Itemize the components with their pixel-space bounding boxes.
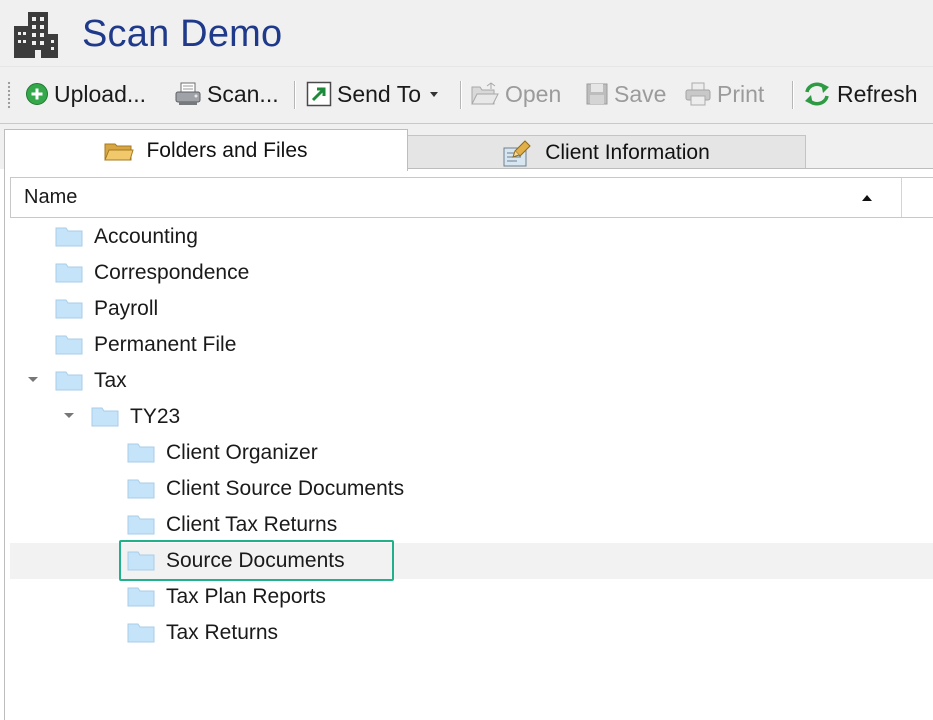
folder-icon	[127, 515, 155, 535]
chevron-down-icon	[429, 91, 438, 97]
send-to-label: Send To	[337, 80, 421, 107]
save-button[interactable]: Save	[585, 78, 666, 110]
client-info-icon	[503, 140, 531, 167]
add-circle-icon	[26, 83, 48, 105]
tree-item[interactable]: Client Tax Returns	[10, 507, 933, 543]
folder-icon	[55, 335, 83, 355]
column-divider[interactable]	[901, 178, 902, 217]
column-header-label: Name	[24, 186, 78, 208]
folder-icon	[55, 371, 83, 391]
toolbar: Upload... Scan... Send To Open Save Prin…	[0, 67, 933, 123]
tree-item[interactable]: Correspondence	[10, 255, 933, 291]
tree-item[interactable]: TY23	[10, 399, 933, 435]
folder-icon	[127, 479, 155, 499]
column-header-name[interactable]: Name	[10, 177, 933, 218]
scan-label: Scan...	[207, 80, 279, 107]
send-to-icon	[306, 81, 332, 107]
printer-icon	[685, 82, 711, 106]
tab-label: Client Information	[545, 141, 710, 164]
refresh-label: Refresh	[837, 80, 918, 107]
toolbar-separator	[294, 81, 295, 109]
toolbar-separator	[460, 81, 461, 109]
toolbar-grip[interactable]	[7, 81, 11, 109]
tree-item-label: Payroll	[94, 297, 159, 320]
folder-icon	[55, 227, 83, 247]
scan-button[interactable]: Scan...	[174, 78, 279, 110]
tab-strip: Folders and Files Client Information	[0, 123, 933, 171]
tree-item-label: Client Organizer	[166, 441, 318, 464]
sort-ascending-icon	[862, 195, 872, 201]
upload-label: Upload...	[54, 80, 147, 107]
scanner-icon	[175, 82, 201, 105]
tree-item-label: Client Source Documents	[166, 477, 405, 500]
tab-folders-and-files[interactable]: Folders and Files	[4, 129, 408, 171]
open-button[interactable]: Open	[470, 78, 561, 110]
folder-icon	[91, 407, 119, 427]
tree-item-label: Source Documents	[166, 549, 345, 572]
toolbar-separator	[792, 81, 793, 109]
refresh-icon	[805, 82, 829, 106]
open-label: Open	[505, 80, 562, 107]
tree-item[interactable]: Tax Returns	[10, 615, 933, 651]
title-bar: Scan Demo	[0, 0, 933, 67]
expand-chevron-icon[interactable]	[64, 413, 74, 418]
print-label: Print	[717, 80, 765, 107]
upload-button[interactable]: Upload...	[25, 78, 146, 110]
tree-item-label: Tax	[94, 369, 127, 392]
send-to-button[interactable]: Send To	[306, 78, 438, 110]
tree-item-label: TY23	[130, 405, 181, 428]
tab-client-information[interactable]: Client Information	[408, 135, 806, 170]
tree-item[interactable]: Tax	[10, 363, 933, 399]
tree-item-label: Accounting	[94, 225, 198, 248]
folder-icon	[127, 623, 155, 643]
tree-item-label: Client Tax Returns	[166, 513, 338, 536]
building-icon	[14, 12, 58, 58]
tree-item[interactable]: Permanent File	[10, 327, 933, 363]
tree-item[interactable]: Client Organizer	[10, 435, 933, 471]
refresh-button[interactable]: Refresh	[802, 78, 918, 110]
floppy-disk-icon	[586, 83, 608, 105]
folder-icon	[104, 143, 135, 160]
tab-label: Folders and Files	[146, 138, 308, 162]
tree-item-label: Correspondence	[94, 261, 250, 284]
folder-icon	[127, 443, 155, 463]
save-label: Save	[614, 80, 667, 107]
tree-item-label: Permanent File	[94, 333, 237, 356]
expand-chevron-icon[interactable]	[28, 377, 38, 382]
folder-icon	[127, 587, 155, 607]
tree-item[interactable]: Client Source Documents	[10, 471, 933, 507]
folder-icon	[127, 551, 155, 571]
tree-item-label: Tax Plan Reports	[166, 585, 326, 608]
print-button[interactable]: Print	[684, 78, 764, 110]
tree-item[interactable]: Tax Plan Reports	[10, 579, 933, 615]
tree-item-label: Tax Returns	[166, 621, 279, 644]
tree-item[interactable]: Payroll	[10, 291, 933, 327]
tree-item-selected[interactable]: Source Documents	[10, 543, 933, 579]
folder-icon	[55, 299, 83, 319]
open-folder-icon	[471, 82, 499, 105]
folder-icon	[55, 263, 83, 283]
tree-item[interactable]: Accounting	[10, 219, 933, 255]
app-title: Scan Demo	[82, 13, 283, 55]
